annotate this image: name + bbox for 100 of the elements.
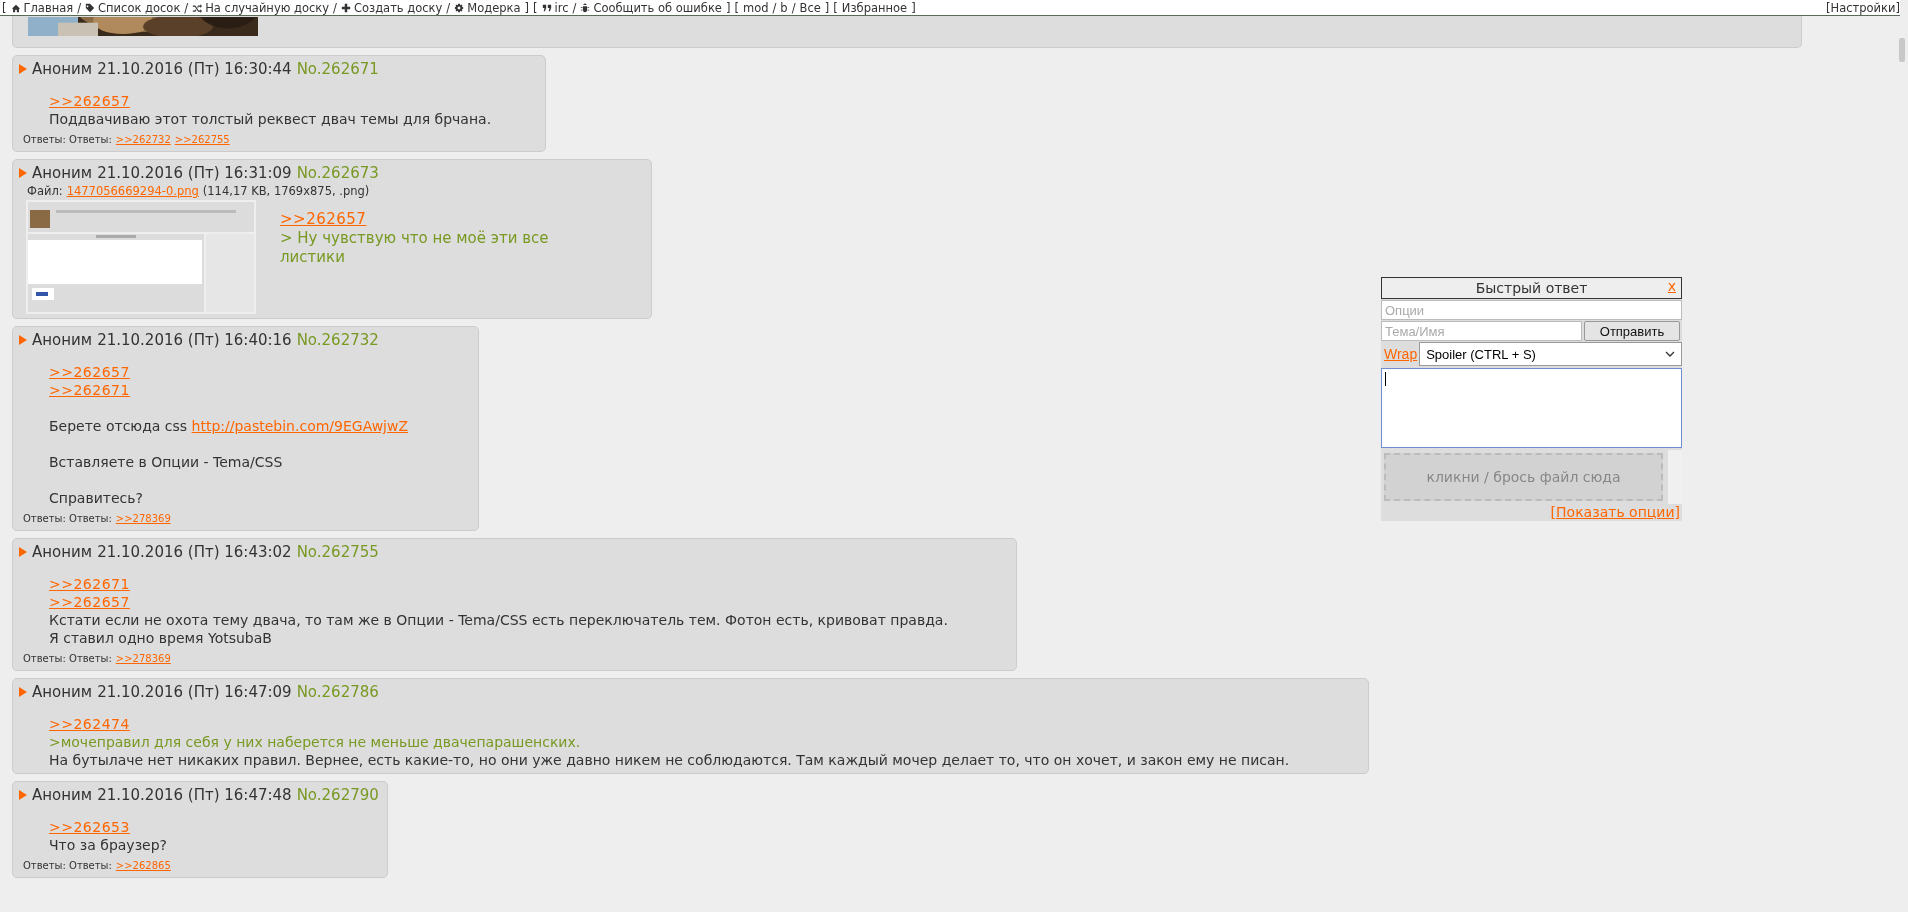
nav-link[interactable]: Избранное xyxy=(841,0,908,15)
bracket: [ xyxy=(833,0,838,15)
nav-link[interactable]: irc xyxy=(541,0,569,15)
close-link[interactable]: x xyxy=(1667,278,1676,294)
nav-link[interactable]: Создать доску xyxy=(340,0,443,15)
nav-link[interactable]: Главная xyxy=(10,0,74,15)
reply-link[interactable]: >>262732 xyxy=(115,134,171,145)
reply-link[interactable]: >>278369 xyxy=(115,653,171,664)
bracket: ] xyxy=(524,0,529,15)
bracket: [ xyxy=(533,0,538,15)
separator: / xyxy=(333,0,337,15)
reply-link[interactable]: >>262671 xyxy=(49,575,130,593)
post-author: Аноним xyxy=(32,164,93,182)
post-date: 21.10.2016 (Пт) 16:30:44 xyxy=(97,60,292,78)
post-number[interactable]: No.262732 xyxy=(296,331,379,349)
wrap-link[interactable]: Wrap xyxy=(1381,346,1418,362)
expand-triangle-icon[interactable] xyxy=(19,335,27,345)
chevron-down-icon xyxy=(1665,351,1675,357)
show-options-link[interactable]: [Показать опции] xyxy=(1550,504,1680,520)
message-text: Берете отсюда css http://pastebin.com/9EGAwjwZ xyxy=(49,417,410,435)
bracket: [ xyxy=(2,0,7,15)
expand-triangle-icon[interactable] xyxy=(19,547,27,557)
name-field[interactable]: Тема/Имя xyxy=(1381,321,1582,341)
quote-text: >мочеправил для себя у них наберется не меньше двачепарашенских. xyxy=(49,733,582,751)
bracket: ] xyxy=(911,0,916,15)
message-text: Я ставил одно время YotsubaB xyxy=(49,629,273,647)
message-text: Поддвачиваю этот толстый реквест двач темы для брчана. xyxy=(49,110,493,128)
bracket: ] xyxy=(725,0,731,15)
scrollbar-thumb[interactable] xyxy=(1899,38,1905,62)
reply-link[interactable]: >>262657 xyxy=(280,210,367,229)
message-textarea[interactable] xyxy=(1381,368,1682,448)
nav-link[interactable]: Сообщить об ошибке xyxy=(580,0,722,15)
separator: / xyxy=(772,0,777,15)
file-label: Файл: xyxy=(27,184,63,198)
quote-text: > Ну чувствую что не моё эти все листики xyxy=(280,229,550,267)
message-text: Справитесь? xyxy=(49,489,144,507)
markup-select[interactable]: Spoiler (CTRL + S) xyxy=(1419,342,1682,366)
plus-icon xyxy=(340,2,351,13)
quote-icon xyxy=(541,2,552,13)
post-date: 21.10.2016 (Пт) 16:40:16 xyxy=(97,331,292,349)
separator: / xyxy=(184,0,189,15)
expand-triangle-icon[interactable] xyxy=(19,790,27,800)
settings-link[interactable]: [Настройки] xyxy=(1826,0,1900,15)
post-number[interactable]: No.262673 xyxy=(296,164,379,182)
nav-link[interactable]: mod xyxy=(742,0,769,15)
post-author: Аноним xyxy=(32,683,93,701)
expand-triangle-icon[interactable] xyxy=(19,687,27,697)
replies-label: Ответы: Ответы: xyxy=(23,653,112,664)
replies-label: Ответы: Ответы: xyxy=(23,513,112,524)
message-text: Вставляете в Опции - Tema/CSS xyxy=(49,453,284,471)
nav-link[interactable]: Модерка xyxy=(454,0,521,15)
reply-link[interactable]: >>278369 xyxy=(115,513,171,524)
submit-button[interactable]: Отправить xyxy=(1584,321,1680,341)
quick-reply-header[interactable]: Быстрый ответ x xyxy=(1381,277,1682,299)
replies-label: Ответы: Ответы: xyxy=(23,134,112,145)
post-date: 21.10.2016 (Пт) 16:47:09 xyxy=(97,683,292,701)
post-number[interactable]: No.262790 xyxy=(296,786,379,804)
post-number[interactable]: No.262786 xyxy=(296,683,379,701)
file-dropzone[interactable]: кликни / брось файл сюда xyxy=(1384,453,1663,501)
reply-link[interactable]: >>262657 xyxy=(49,363,130,381)
gear-icon xyxy=(454,2,465,13)
reply-link[interactable]: >>262657 xyxy=(49,593,130,611)
post-author: Аноним xyxy=(32,331,93,349)
file-link[interactable]: 1477056669294-0.png xyxy=(66,184,199,198)
home-icon xyxy=(10,2,21,13)
file-info: (114,17 KB, 1769x875, .png) xyxy=(202,184,370,198)
post-date: 21.10.2016 (Пт) 16:43:02 xyxy=(97,543,292,561)
reply-link[interactable]: >>262755 xyxy=(174,134,230,145)
bracket: ] xyxy=(824,0,830,15)
replies-label: Ответы: Ответы: xyxy=(23,860,112,871)
message-text: Кстати если не охота тему двача, то там же в Опции - Tema/CSS есть переключатель тем. Фотон есть, кривоват правда. xyxy=(49,611,949,629)
separator: / xyxy=(77,0,82,15)
nav-link[interactable]: b xyxy=(780,0,788,15)
expand-triangle-icon[interactable] xyxy=(19,168,27,178)
quick-reply-title: Быстрый ответ xyxy=(1475,280,1588,296)
reply-link[interactable]: >>262671 xyxy=(49,381,130,399)
message-text: Что за браузер? xyxy=(49,836,168,854)
url-link[interactable]: http://pastebin.com/9EGAwjwZ xyxy=(191,418,409,434)
options-field[interactable]: Опции xyxy=(1381,300,1682,320)
reply-link[interactable]: >>262865 xyxy=(115,860,171,871)
post-author: Аноним xyxy=(32,786,93,804)
message-text: На бутылаче нет никаких правил. Вернее, есть какие-то, но они уже давно никем не соблюдаются. Там каждый мочер делает то, что он хочет, и закон ему не писан. xyxy=(49,751,1291,769)
post-number[interactable]: No.262755 xyxy=(296,543,379,561)
separator: / xyxy=(791,0,796,15)
bug-icon xyxy=(580,2,591,13)
post-number[interactable]: No.262671 xyxy=(296,60,379,78)
expand-triangle-icon[interactable] xyxy=(19,64,27,74)
reply-link[interactable]: >>262657 xyxy=(49,92,130,110)
nav-link[interactable]: На случайную доску xyxy=(192,0,330,15)
reply-link[interactable]: >>262653 xyxy=(49,818,130,836)
separator: / xyxy=(446,0,451,15)
post-date: 21.10.2016 (Пт) 16:31:09 xyxy=(97,164,292,182)
reply-link[interactable]: >>262474 xyxy=(49,715,130,733)
post-date: 21.10.2016 (Пт) 16:47:48 xyxy=(97,786,292,804)
nav-link[interactable]: Список досок xyxy=(85,0,181,15)
nav-link[interactable]: Все xyxy=(799,0,821,15)
shuffle-icon xyxy=(192,2,203,13)
tags-icon xyxy=(85,2,96,13)
post-author: Аноним xyxy=(32,543,93,561)
separator: / xyxy=(572,0,577,15)
